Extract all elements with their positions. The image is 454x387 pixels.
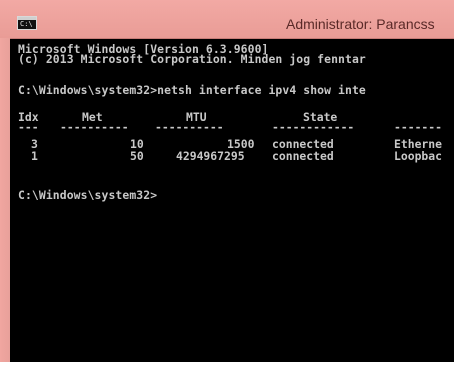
command-prompt-window: C:\ Administrator: Parancss Microsoft Wi… <box>0 0 454 387</box>
command-prompt[interactable]: C:\Windows\system32> <box>18 189 157 202</box>
console-output[interactable]: Microsoft Windows [Version 6.3.9600] (c)… <box>10 39 454 363</box>
copyright-line: (c) 2013 Microsoft Corporation. Minden j… <box>18 52 366 66</box>
table-row-2-idx: 1 <box>31 149 38 163</box>
separator-met: ---------- <box>60 120 129 134</box>
title-bar[interactable]: C:\ Administrator: Parancss <box>0 0 454 39</box>
window-left-border <box>0 38 10 368</box>
command-line: C:\Windows\system32>netsh interface ipv4… <box>18 83 366 97</box>
window-title: Administrator: Parancss <box>286 16 435 32</box>
table-row-2-name: Loopbac <box>394 149 443 163</box>
separator-idx: --- <box>18 120 39 134</box>
separator-mtu: ---------- <box>155 120 224 134</box>
cmd-icon[interactable]: C:\ <box>17 16 37 30</box>
table-row-2-met: 50 <box>130 149 144 163</box>
separator-state: ------------ <box>272 120 355 134</box>
table-row-2-mtu: 4294967295 <box>176 149 245 163</box>
table-row-2-state: connected <box>272 149 334 163</box>
window-bottom-area <box>0 362 454 387</box>
separator-name: ------- <box>394 120 443 134</box>
